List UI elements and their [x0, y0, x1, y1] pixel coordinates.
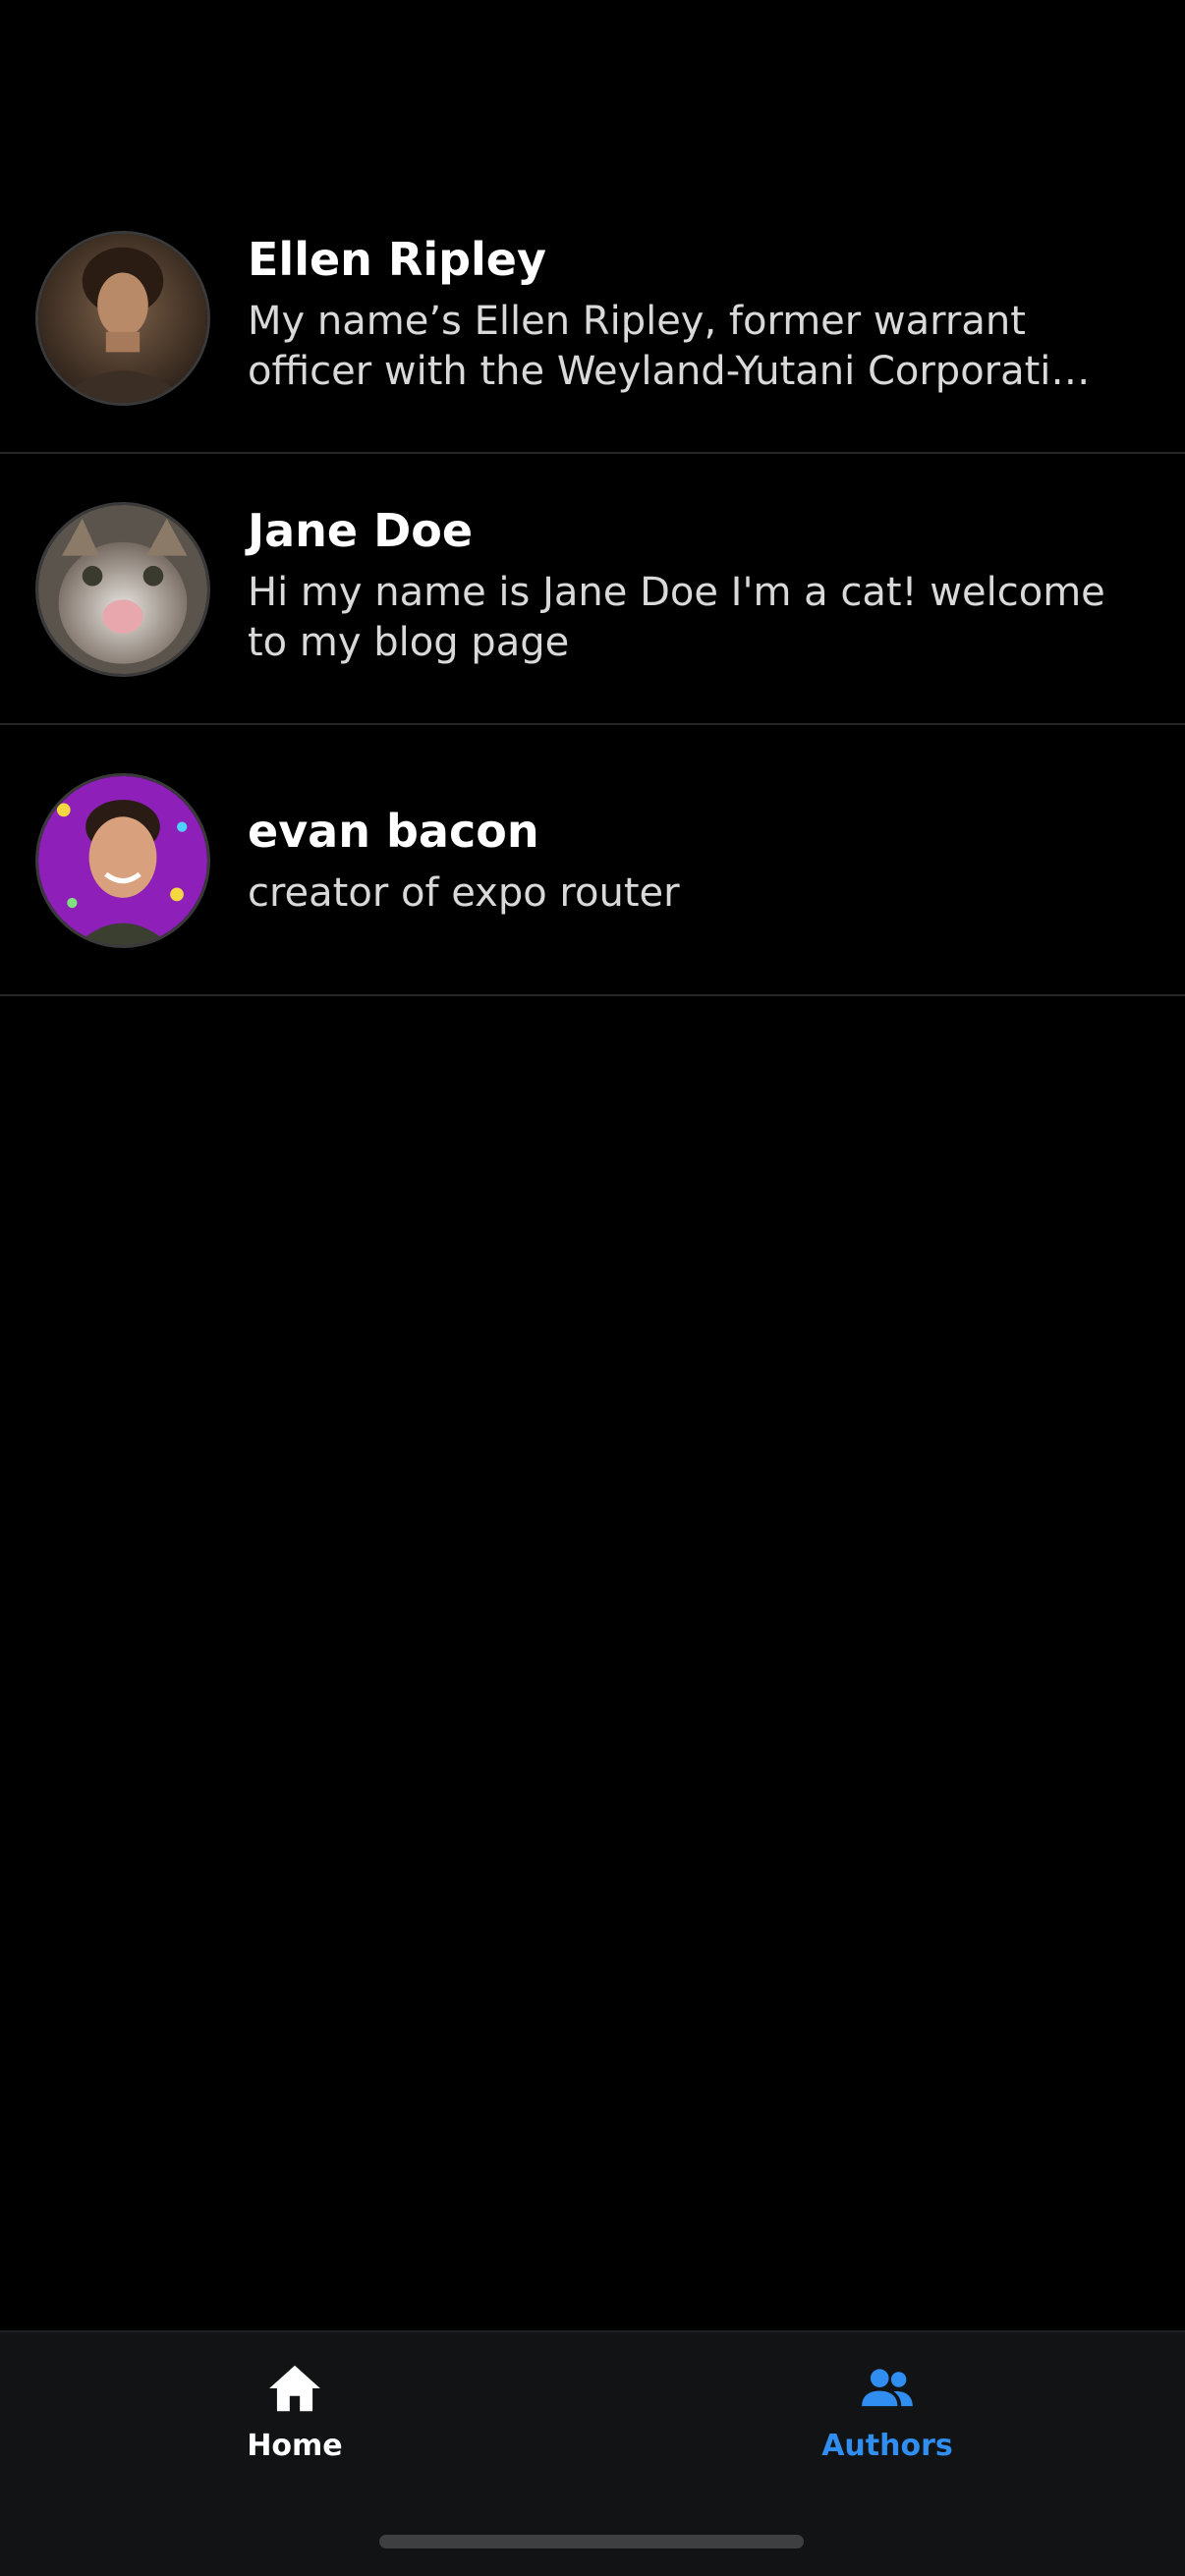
author-text: evan bacon creator of expo router	[248, 804, 1150, 919]
author-bio: creator of expo router	[248, 870, 680, 916]
author-text: Ellen Ripley My name’s Ellen Ripley, for…	[248, 232, 1150, 397]
tab-authors-label: Authors	[821, 2429, 953, 2463]
author-list: Ellen Ripley My name’s Ellen Ripley, for…	[0, 183, 1185, 996]
author-name: Jane Doe	[248, 504, 474, 557]
evan-bacon-photo	[38, 776, 207, 945]
author-name: evan bacon	[248, 805, 539, 858]
author-row-jane-doe[interactable]: Jane Doe Hi my name is Jane Doe I'm a ca…	[0, 454, 1185, 725]
author-text: Jane Doe Hi my name is Jane Doe I'm a ca…	[248, 503, 1150, 668]
author-bio: Hi my name is Jane Doe I'm a cat! welcom…	[248, 570, 1105, 665]
people-icon	[862, 2369, 913, 2407]
tab-home-label: Home	[247, 2429, 343, 2463]
author-row-evan-bacon[interactable]: evan bacon creator of expo router	[0, 725, 1185, 996]
tab-authors[interactable]: Authors	[691, 2358, 1084, 2476]
ellen-ripley-photo	[38, 234, 207, 403]
avatar	[35, 231, 210, 406]
author-row-ellen-ripley[interactable]: Ellen Ripley My name’s Ellen Ripley, for…	[0, 183, 1185, 454]
home-icon	[269, 2365, 320, 2412]
author-bio: My name’s Ellen Ripley, former warrant o…	[248, 299, 1091, 394]
avatar	[35, 502, 210, 677]
tab-home[interactable]: Home	[98, 2358, 491, 2476]
author-name: Ellen Ripley	[248, 233, 546, 286]
home-indicator	[379, 2535, 804, 2548]
cat-photo	[38, 505, 207, 674]
avatar	[35, 773, 210, 948]
